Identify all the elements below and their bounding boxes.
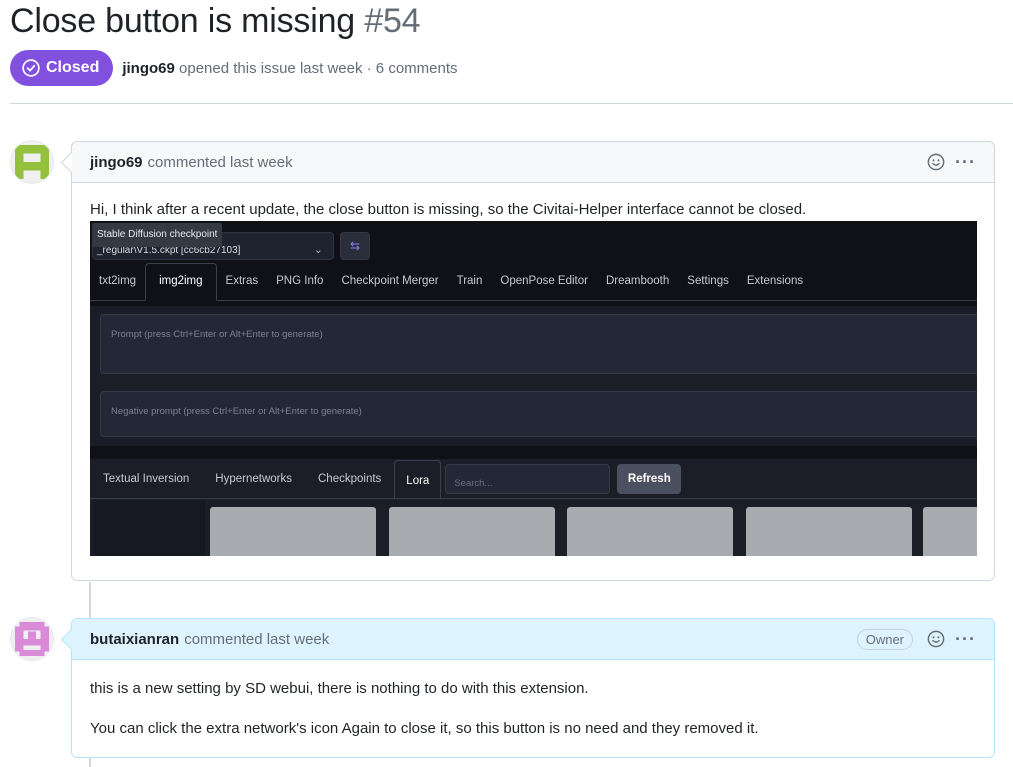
identicon-green-icon xyxy=(11,141,53,183)
identicon-pink-icon xyxy=(11,618,53,660)
comment-butaixianran: butaixianran commented last week Owner ·… xyxy=(71,618,995,758)
comment-paragraph: this is a new setting by SD webui, there… xyxy=(90,680,589,697)
comment-body: this is a new setting by SD webui, there… xyxy=(72,660,994,755)
network-tab: Textual Inversion xyxy=(103,472,190,485)
network-card xyxy=(746,507,912,556)
issue-meta-text: opened this issue last week · 6 comments xyxy=(179,59,458,77)
network-cards xyxy=(90,507,977,556)
more-options-icon[interactable]: ··· xyxy=(955,630,976,648)
webui-tab: txt2img xyxy=(99,275,137,287)
webui-tab: Extensions xyxy=(746,275,804,287)
extra-networks-panel: Textual Inversion Hypernetworks Checkpoi… xyxy=(90,459,977,556)
webui-tabs: txt2img img2img Extras PNG Info Checkpoi… xyxy=(90,263,977,301)
chevron-down-icon: ⌄ xyxy=(313,244,323,256)
comment-body: Hi, I think after a recent update, the c… xyxy=(72,183,994,572)
comment-text: Hi, I think after a recent update, the c… xyxy=(90,201,807,218)
network-card xyxy=(389,507,555,556)
network-card xyxy=(923,507,977,556)
webui-tab: Checkpoint Merger xyxy=(341,275,439,287)
comment-timestamp[interactable]: commented last week xyxy=(184,631,329,648)
state-label: Closed xyxy=(46,59,100,76)
issue-title: Close button is missing #54 xyxy=(10,2,421,41)
network-card xyxy=(210,507,376,556)
network-search-field: Search... xyxy=(445,463,611,494)
avatar[interactable] xyxy=(10,140,54,184)
embedded-screenshot[interactable]: _regular\V1.5.ckpt [cc6cb27103] ⌄ Stable… xyxy=(90,221,977,556)
webui-tab: Dreambooth xyxy=(605,275,670,287)
timeline-connector xyxy=(89,758,91,767)
network-card xyxy=(567,507,733,556)
prompt-area: Prompt (press Ctrl+Enter or Alt+Enter to… xyxy=(90,306,977,446)
network-tabs: Textual Inversion Hypernetworks Checkpoi… xyxy=(90,459,977,500)
issue-meta: jingo69 opened this issue last week · 6 … xyxy=(122,60,457,77)
issue-title-text: Close button is missing xyxy=(10,2,355,40)
webui-tab-active: img2img xyxy=(145,263,217,301)
comment-paragraph: You can click the extra network's icon A… xyxy=(90,720,759,737)
issue-author-link[interactable]: jingo69 xyxy=(122,60,175,77)
negative-prompt-field: Negative prompt (press Ctrl+Enter or Alt… xyxy=(100,391,977,437)
network-tab-active: Lora xyxy=(394,459,442,500)
comment-author[interactable]: butaixianran xyxy=(90,631,179,648)
checkpoint-label: Stable Diffusion checkpoint xyxy=(92,223,223,247)
comment-jingo69: jingo69 commented last week ··· Hi, I th… xyxy=(71,141,995,581)
webui-tab: Train xyxy=(456,275,483,287)
comment-timestamp[interactable]: commented last week xyxy=(148,154,293,171)
timeline-connector xyxy=(89,582,91,618)
avatar[interactable] xyxy=(10,617,54,661)
comment-author[interactable]: jingo69 xyxy=(90,154,143,171)
webui-tab: PNG Info xyxy=(276,275,324,287)
comment-header: butaixianran commented last week Owner ·… xyxy=(72,619,994,660)
issue-number: #54 xyxy=(364,2,421,40)
check-circle-icon xyxy=(22,59,40,77)
smiley-icon[interactable] xyxy=(927,630,945,648)
smiley-icon[interactable] xyxy=(927,153,945,171)
network-tab: Checkpoints xyxy=(318,472,382,485)
header-divider xyxy=(10,103,1013,104)
webui-tab: Settings xyxy=(687,275,729,287)
refresh-button: Refresh xyxy=(617,463,682,494)
comment-header: jingo69 commented last week ··· xyxy=(72,142,994,183)
swap-icon: ⇆ xyxy=(340,232,370,260)
webui-tab: Extras xyxy=(225,275,259,287)
network-tab: Hypernetworks xyxy=(215,472,292,485)
webui-tab: OpenPose Editor xyxy=(500,275,588,287)
prompt-field: Prompt (press Ctrl+Enter or Alt+Enter to… xyxy=(100,314,977,374)
owner-badge: Owner xyxy=(856,628,914,650)
closed-state-badge: Closed xyxy=(10,50,114,86)
more-options-icon[interactable]: ··· xyxy=(955,153,976,171)
issue-state-row: Closed jingo69 opened this issue last we… xyxy=(10,50,458,86)
